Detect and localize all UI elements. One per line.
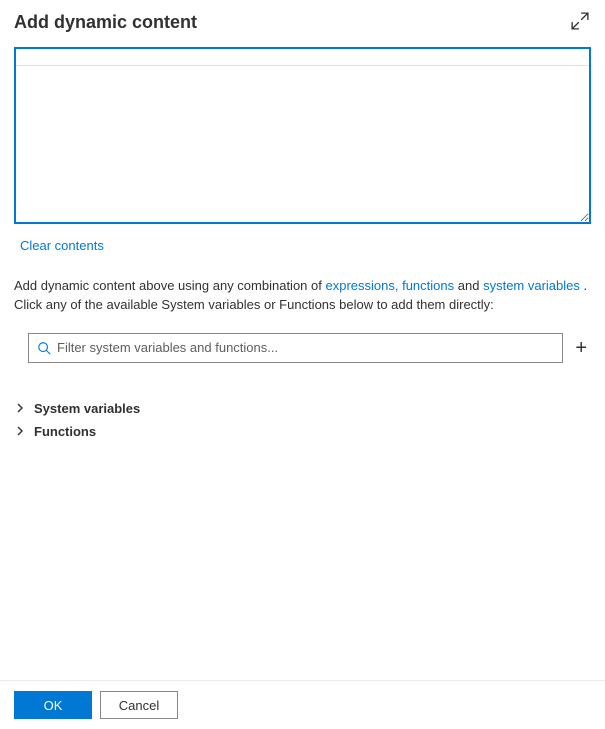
- help-text: Add dynamic content above using any comb…: [14, 277, 591, 315]
- clear-contents-link[interactable]: Clear contents: [20, 238, 104, 253]
- chevron-right-icon: [14, 425, 26, 437]
- add-button[interactable]: +: [571, 338, 591, 358]
- tree-item-functions[interactable]: Functions: [14, 420, 591, 443]
- plus-icon: +: [575, 337, 587, 359]
- dialog-footer: OK Cancel: [0, 680, 605, 729]
- tree-label: System variables: [34, 401, 140, 416]
- filter-input[interactable]: [57, 340, 554, 355]
- tree-item-system-variables[interactable]: System variables: [14, 397, 591, 420]
- tree-label: Functions: [34, 424, 96, 439]
- expand-icon[interactable]: [569, 10, 591, 35]
- dialog-title: Add dynamic content: [14, 12, 197, 33]
- help-text-prefix: Add dynamic content above using any comb…: [14, 278, 325, 293]
- help-text-mid: and: [458, 278, 483, 293]
- system-variables-link[interactable]: system variables: [483, 278, 580, 293]
- search-icon: [37, 341, 51, 355]
- expressions-link[interactable]: expressions,: [325, 278, 398, 293]
- functions-link[interactable]: functions: [402, 278, 454, 293]
- ok-button[interactable]: OK: [14, 691, 92, 719]
- filter-box[interactable]: [28, 333, 563, 363]
- cancel-button[interactable]: Cancel: [100, 691, 178, 719]
- content-editor[interactable]: [16, 66, 589, 222]
- content-editor-wrapper: [14, 47, 591, 224]
- chevron-right-icon: [14, 402, 26, 414]
